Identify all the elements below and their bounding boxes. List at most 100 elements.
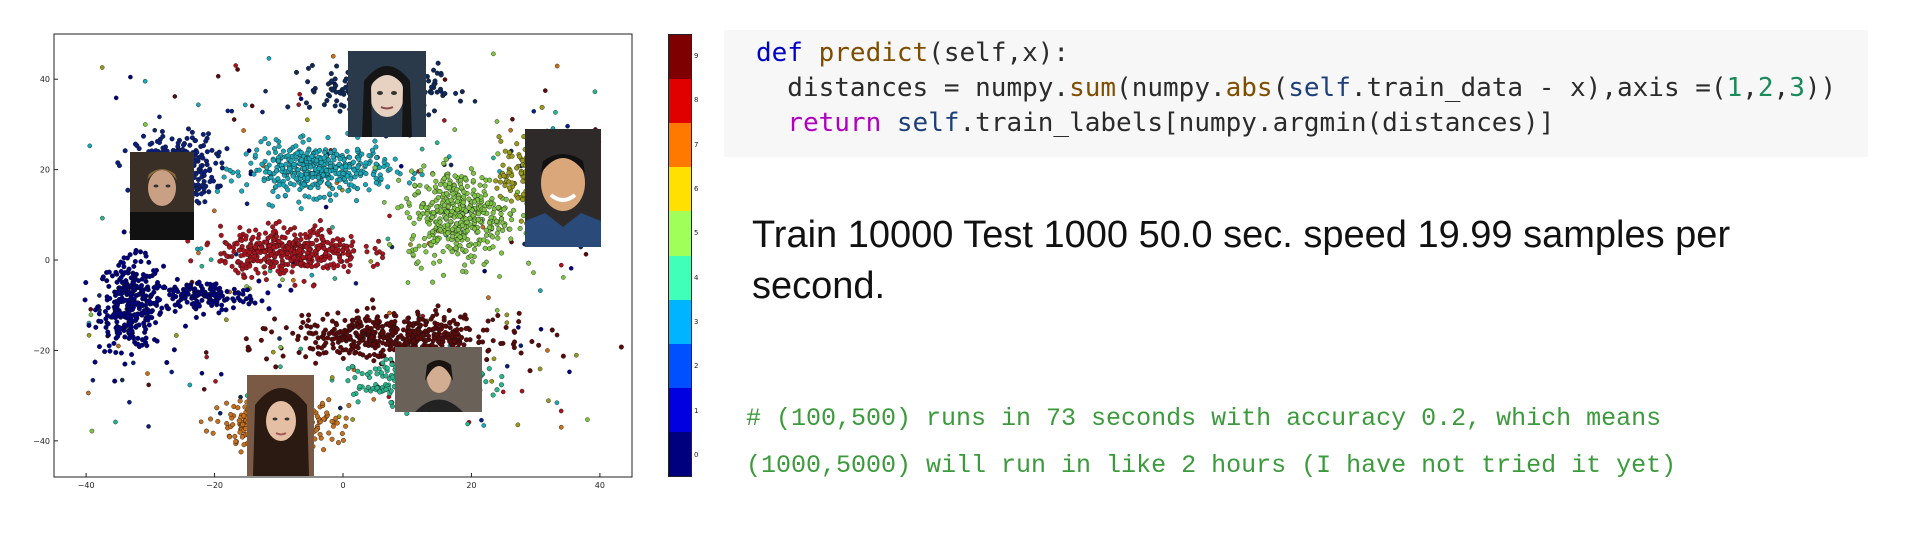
scatter-point (310, 87, 316, 93)
scatter-point (499, 250, 505, 256)
scatter-point (305, 117, 310, 123)
scatter-point (196, 102, 201, 108)
scatter-point (349, 317, 355, 323)
scatter-point (100, 274, 106, 280)
scatter-point (497, 274, 502, 279)
scatter-point (124, 314, 130, 320)
scatter-point (215, 418, 221, 424)
scatter-point (504, 320, 510, 325)
scatter-point (447, 180, 453, 186)
scatter-point (288, 158, 294, 164)
scatter-point (214, 405, 220, 411)
scatter-point (370, 172, 376, 178)
scatter-point (554, 63, 560, 69)
scatter-point (226, 244, 232, 250)
scatter-point (330, 423, 336, 429)
scatter-point (305, 317, 311, 323)
scatter-point (130, 279, 136, 285)
scatter-point (230, 305, 236, 311)
scatter-point (359, 371, 365, 377)
scatter-point (128, 74, 133, 80)
scatter-point (270, 224, 276, 230)
scatter-point (481, 207, 487, 213)
scatter-point (465, 421, 470, 427)
scatter-point (224, 146, 230, 152)
scatter-point (404, 210, 410, 216)
scatter-point (328, 71, 334, 77)
scatter-point (309, 153, 315, 159)
scatter-point (309, 272, 315, 278)
scatter-point (494, 308, 500, 313)
scatter-point (224, 400, 230, 406)
scatter-point (303, 335, 309, 341)
scatter-point (332, 276, 338, 281)
scatter-point (185, 291, 191, 297)
scatter-point (334, 236, 340, 242)
scatter-point (387, 213, 392, 219)
scatter-point (344, 246, 350, 252)
scatter-point (298, 134, 304, 140)
scatter-point (296, 102, 301, 108)
scatter-point (111, 312, 117, 318)
scatter-point (325, 135, 331, 141)
scatter-point (430, 238, 436, 244)
scatter-point (283, 325, 289, 331)
scatter-point (233, 267, 239, 273)
scatter-point (364, 305, 370, 311)
scatter-point (389, 320, 395, 326)
scatter-point (450, 234, 456, 240)
scatter-point (298, 96, 304, 102)
scatter-point (337, 185, 343, 191)
scatter-point (327, 255, 333, 261)
scatter-point (406, 200, 412, 206)
scatter-point (430, 326, 436, 332)
scatter-point (334, 63, 340, 69)
scatter-point (107, 295, 113, 301)
scatter-point (459, 222, 465, 228)
scatter-point (526, 260, 532, 266)
scatter-point (245, 347, 251, 353)
scatter-point (419, 146, 425, 152)
scatter-point (357, 383, 363, 389)
scatter-point (236, 418, 242, 424)
scatter-point (486, 347, 492, 353)
scatter-point (304, 250, 310, 256)
scatter-point (329, 245, 335, 251)
scatter-point (365, 384, 371, 390)
scatter-point (443, 215, 449, 221)
scatter-point (404, 336, 410, 342)
scatter-point (331, 336, 337, 342)
scatter-point (490, 234, 496, 240)
scatter-point (340, 329, 346, 335)
scatter-point (216, 149, 222, 155)
scatter-point (554, 332, 560, 338)
scatter-point (527, 368, 533, 374)
scatter-point (516, 325, 521, 330)
colorbar-segment-0 (669, 431, 691, 476)
scatter-point (223, 166, 229, 172)
face-left-thumbnail (130, 152, 194, 240)
scatter-point (391, 311, 397, 317)
scatter-point (324, 410, 330, 416)
scatter-point (385, 340, 391, 346)
scatter-point (410, 233, 416, 239)
scatter-point (347, 262, 353, 268)
scatter-point (314, 413, 320, 419)
scatter-point (289, 269, 295, 275)
scatter-point (283, 161, 289, 167)
scatter-point (128, 292, 134, 298)
scatter-point (356, 340, 362, 346)
scatter-point (449, 226, 455, 232)
scatter-point (442, 91, 448, 97)
scatter-point (511, 328, 517, 334)
scatter-point (322, 149, 328, 155)
scatter-point (462, 176, 468, 182)
scatter-point (507, 226, 513, 232)
code-text: .train_labels[numpy.argmin(distances)] (959, 108, 1555, 138)
code-number: 3 (1789, 73, 1805, 103)
scatter-point (122, 334, 128, 340)
scatter-point (266, 141, 272, 147)
scatter-point (440, 336, 446, 342)
scatter-point (592, 89, 598, 95)
scatter-point (233, 63, 239, 68)
